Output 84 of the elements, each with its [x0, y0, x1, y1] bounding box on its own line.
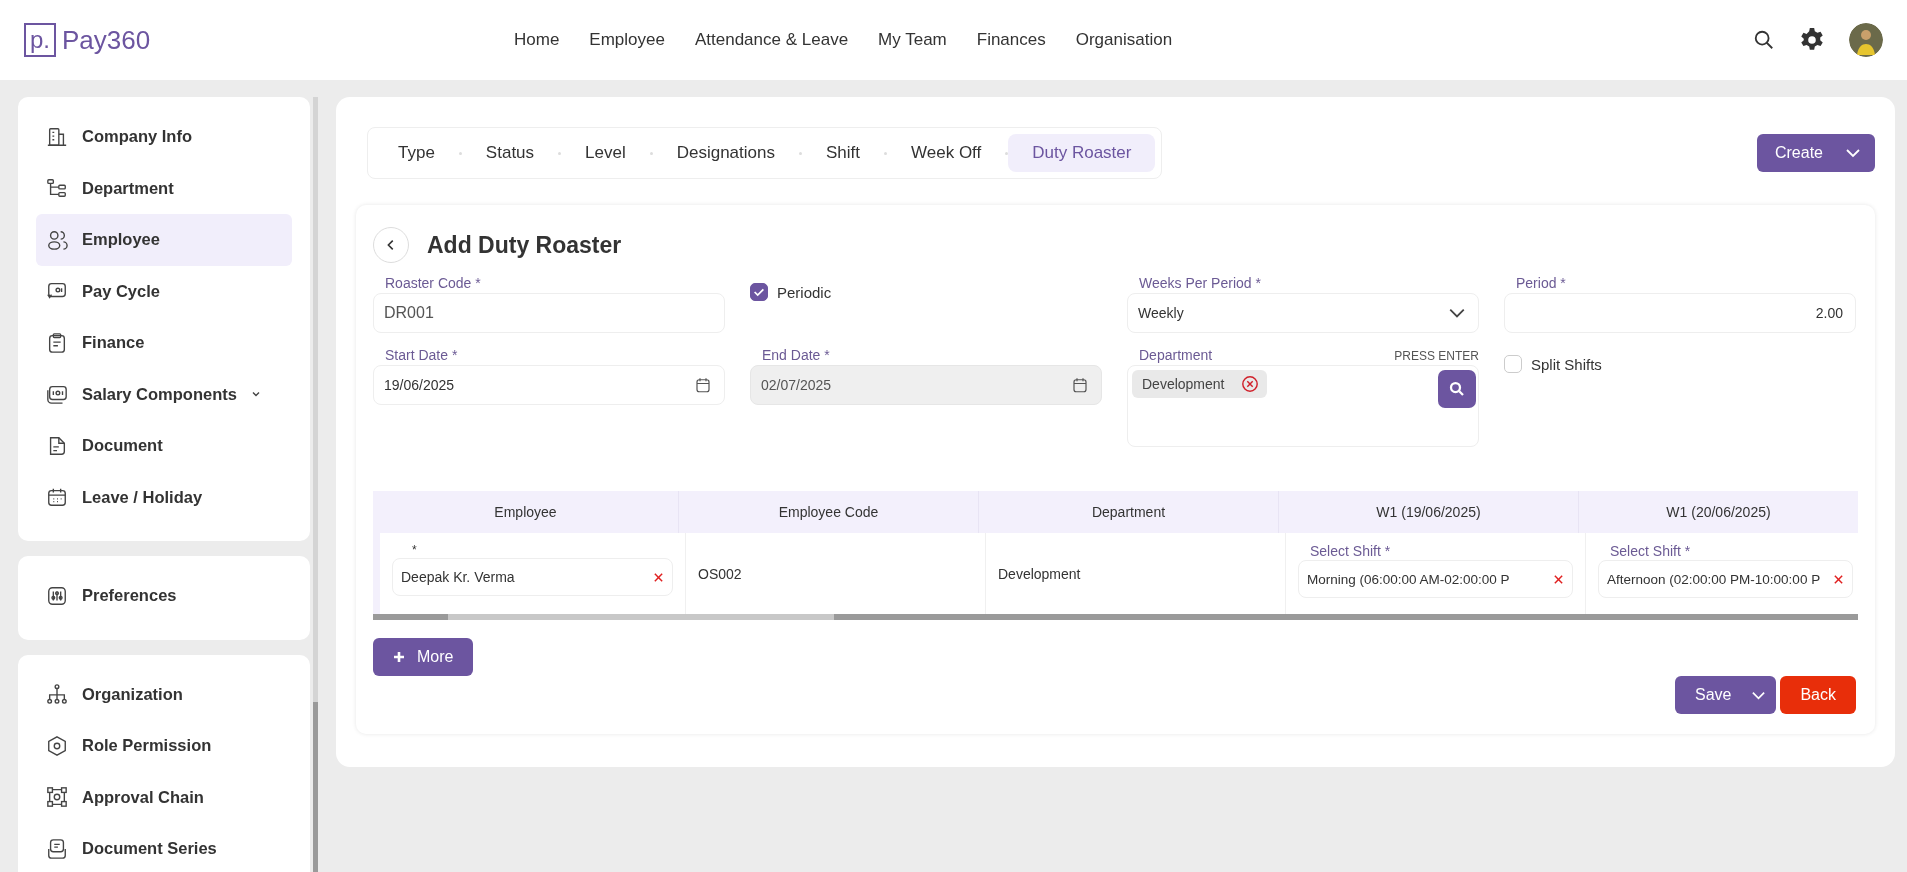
required-mark: * — [412, 543, 418, 557]
input-field[interactable]: Deepak Kr. Verma — [392, 558, 673, 596]
tab[interactable]: Level — [561, 134, 650, 172]
tab[interactable]: Shift — [802, 134, 884, 172]
search-icon[interactable] — [1753, 29, 1775, 51]
calendar-icon — [694, 376, 712, 394]
more-button[interactable]: More — [373, 638, 474, 676]
sidebar-item[interactable]: Leave / Holiday — [36, 471, 292, 523]
field-label: Select Shift * — [1610, 543, 1692, 559]
back-button[interactable]: Back — [1780, 676, 1856, 714]
sliders-icon — [46, 584, 68, 607]
sidebar-item[interactable]: Organization — [36, 668, 292, 720]
field-label: End Date * — [762, 347, 831, 363]
brand-name[interactable]: Pay360 — [62, 24, 151, 56]
dropdown[interactable]: Afternoon (02:00:00 PM-10:00:00 P — [1598, 560, 1853, 598]
form-title: Add Duty Roaster — [427, 231, 622, 259]
field-label: Weeks Per Period * — [1139, 275, 1262, 291]
checkbox[interactable]: Periodic — [750, 283, 1102, 301]
nav-link[interactable]: Finances — [976, 30, 1046, 50]
search-button[interactable] — [1438, 370, 1476, 408]
column-header: Employee Code — [678, 491, 978, 533]
input-field[interactable]: DR001 — [373, 293, 725, 333]
nav-link[interactable]: Employee — [589, 30, 665, 50]
tab[interactable]: Week Off — [887, 134, 1006, 172]
tag-input-field[interactable]: Development — [1127, 365, 1479, 447]
sidebar-item[interactable]: Preferences — [36, 570, 292, 622]
sidebar-item[interactable]: Finance — [36, 317, 292, 369]
nav-link[interactable]: Organisation — [1075, 30, 1173, 50]
calendar-icon — [46, 486, 68, 509]
plus-icon — [393, 651, 405, 663]
avatar[interactable] — [1849, 23, 1883, 57]
column-header: W1 (20/06/2025) — [1578, 491, 1858, 533]
column-header: Employee — [493, 503, 558, 522]
nav-link[interactable]: Attendance & Leave — [694, 30, 849, 50]
dropdown[interactable]: Morning (06:00:00 AM-02:00:00 P — [1298, 560, 1573, 598]
inbox-icon — [46, 837, 68, 860]
sidebar-item[interactable]: Document — [36, 420, 292, 472]
hierarchy-icon — [46, 177, 68, 200]
hint-text: PRESS ENTER — [1394, 349, 1479, 363]
sidebar-item[interactable]: Company Info — [36, 111, 292, 163]
tab[interactable]: Type — [374, 134, 459, 172]
settings-icon[interactable] — [1799, 27, 1825, 53]
org-chart-icon — [46, 683, 68, 706]
column-header: Department — [978, 491, 1278, 533]
close-icon[interactable] — [1833, 573, 1844, 585]
dropdown[interactable]: Weekly — [1127, 293, 1479, 333]
search-icon — [1448, 380, 1466, 398]
save-button[interactable]: Save — [1674, 676, 1777, 714]
field-label: Start Date * — [385, 347, 459, 363]
field-label: Period * — [1516, 275, 1567, 291]
scrollbar[interactable] — [313, 97, 318, 872]
tab[interactable]: Designations — [652, 134, 799, 172]
tag-chip: Development — [1132, 370, 1267, 398]
column-header: W1 (19/06/2025) — [1278, 491, 1578, 533]
tab[interactable]: Duty Roaster — [1008, 134, 1156, 172]
sidebar-item[interactable]: Department — [36, 162, 292, 214]
nav-link[interactable]: My Team — [878, 30, 947, 50]
logo-mark[interactable]: p. — [24, 23, 56, 57]
scrollbar[interactable] — [373, 614, 1858, 620]
field-label: Select Shift * — [1310, 543, 1392, 559]
field-label: Roaster Code * — [385, 275, 482, 291]
sidebar-item[interactable]: Approval Chain — [36, 771, 292, 823]
tab[interactable]: Status — [461, 134, 559, 172]
close-icon[interactable] — [653, 571, 664, 583]
close-icon[interactable] — [1553, 573, 1564, 585]
network-icon — [46, 786, 68, 809]
sidebar-item[interactable]: Salary Components — [36, 368, 292, 420]
users-icon — [46, 228, 68, 251]
building-icon — [46, 125, 68, 148]
clipboard-icon — [46, 331, 68, 354]
sidebar-item[interactable]: Employee — [36, 214, 292, 266]
input-field[interactable]: 2.00 — [1504, 293, 1856, 333]
nav-link[interactable]: Home — [514, 30, 560, 50]
sidebar-item[interactable]: Role Permission — [36, 720, 292, 772]
hexagon-icon — [46, 734, 68, 757]
sidebar-item[interactable]: Pay Cycle — [36, 265, 292, 317]
calendar-icon — [1071, 376, 1089, 394]
create-button[interactable]: Create — [1756, 134, 1875, 172]
money-icon — [46, 383, 68, 406]
date-field[interactable]: 19/06/2025 — [373, 365, 725, 405]
sidebar-item[interactable]: Document Series — [36, 823, 292, 872]
checkbox[interactable]: Split Shifts — [1504, 355, 1856, 373]
field-label: Department — [1139, 347, 1213, 363]
remove-icon[interactable] — [1240, 375, 1259, 393]
